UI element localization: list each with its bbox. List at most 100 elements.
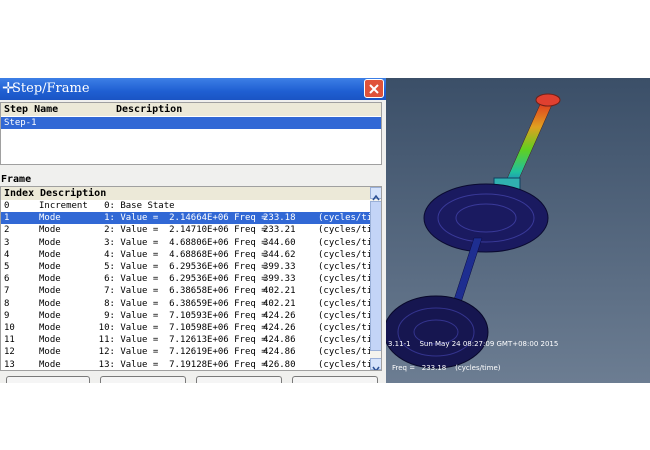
frame-unit: (cycles/tir — [318, 274, 378, 285]
frame-index: 7 — [4, 286, 10, 297]
frame-type: Mode — [39, 286, 61, 297]
frame-row[interactable]: 1 Mode 1: Value = 2.14664E+06 Freq = 233.1… — [1, 212, 378, 225]
frame-row[interactable]: 2 Mode 2: Value = 2.14710E+06 Freq = 233.2… — [1, 224, 378, 236]
viewport-status-line: 3.11-1 Sun May 24 08:27:09 GMT+08:00 201… — [388, 340, 559, 348]
frame-type: Mode — [39, 274, 61, 285]
frame-frequency: 426.80 — [263, 359, 296, 370]
frame-frequency: 233.18 — [263, 213, 296, 224]
dialog-button-3[interactable] — [196, 376, 282, 383]
frame-row[interactable]: 13 Mode 13: Value = 7.19128E+06 Freq = 426… — [1, 359, 378, 370]
frame-row[interactable]: 4 Mode 4: Value = 4.68868E+06 Freq = 344.6… — [1, 249, 378, 261]
dialog-button-4[interactable] — [292, 376, 378, 383]
description-header[interactable]: Description — [37, 187, 370, 200]
frame-index: 2 — [4, 225, 10, 236]
frame-index: 11 — [4, 335, 15, 346]
frame-row[interactable]: 9 Mode 9: Value = 7.10593E+06 Freq = 424.2… — [1, 310, 378, 322]
frame-description: 7: Value = 6.38658E+06 Freq = — [77, 286, 267, 297]
frame-index: 6 — [4, 274, 10, 285]
frame-description: 12: Value = 7.12619E+06 Freq = — [77, 347, 267, 358]
frame-unit: (cycles/tir — [318, 237, 378, 248]
frame-description: 3: Value = 4.68806E+06 Freq = — [77, 237, 267, 248]
frame-description: 5: Value = 6.29536E+06 Freq = — [77, 262, 267, 272]
index-header[interactable]: Index — [1, 187, 37, 200]
frame-description: 6: Value = 6.29536E+06 Freq = — [77, 274, 267, 285]
frame-label: Frame — [1, 174, 32, 185]
frame-index: 13 — [4, 359, 15, 370]
frame-frequency: 399.33 — [263, 262, 296, 272]
step-description-header[interactable]: Description — [113, 103, 381, 116]
frame-type: Mode — [39, 237, 61, 248]
frame-row[interactable]: 0 Increment 0: Base State — [1, 200, 371, 212]
frame-frequency: 233.21 — [263, 225, 296, 236]
frame-type: Mode — [39, 249, 61, 260]
scroll-up-button[interactable] — [370, 187, 381, 201]
frame-row[interactable]: 11 Mode 11: Value = 7.12613E+06 Freq = 424… — [1, 334, 378, 346]
frame-row[interactable]: 7 Mode 7: Value = 6.38658E+06 Freq = 402.2… — [1, 285, 378, 297]
step-name-header[interactable]: Step Name — [1, 103, 113, 116]
frame-unit: (cycles/tir — [318, 347, 378, 358]
frame-frequency: 402.21 — [263, 298, 296, 309]
title-bar[interactable]: ✛ Step/Frame — [0, 78, 386, 100]
frame-unit: (cycles/tir — [318, 286, 378, 297]
frame-row[interactable]: 12 Mode 12: Value = 7.12619E+06 Freq = 424… — [1, 346, 378, 358]
model-viewport[interactable]: 3.11-1 Sun May 24 08:27:09 GMT+08:00 201… — [386, 78, 650, 383]
frame-description: 1: Value = 2.14664E+06 Freq = — [77, 213, 267, 224]
frame-index: 3 — [4, 237, 10, 248]
frame-type: Mode — [39, 310, 61, 321]
frame-description: 8: Value = 6.38659E+06 Freq = — [77, 298, 267, 309]
frame-unit: (cycles/tir — [318, 310, 378, 321]
frame-row[interactable]: 5 Mode 5: Value = 6.29536E+06 Freq = 399.3… — [1, 261, 378, 273]
frame-table[interactable]: Index Description 0 Increment 0: Base Sta… — [0, 186, 382, 371]
frame-frequency: 344.62 — [263, 249, 296, 260]
frame-index: 9 — [4, 310, 10, 321]
frame-description: 11: Value = 7.12613E+06 Freq = — [77, 335, 267, 346]
frame-frequency: 424.86 — [263, 347, 296, 358]
step-row-selected[interactable]: Step-1 — [1, 117, 381, 129]
dialog-button-1[interactable] — [6, 376, 90, 383]
frame-type: Mode — [39, 323, 61, 333]
step-name: Step-1 — [4, 118, 37, 128]
frame-unit: (cycles/tir — [318, 213, 378, 224]
frame-unit: (cycles/tir — [318, 335, 378, 346]
step-table[interactable]: Step Name Description Step-1 — [0, 102, 382, 165]
frame-unit: (cycles/tir — [318, 359, 378, 370]
frame-type: Mode — [39, 213, 61, 224]
frame-unit: (cycles/tir — [318, 225, 378, 236]
frame-type: Mode — [39, 347, 61, 358]
frame-type: Mode — [39, 262, 61, 272]
frame-frequency: 424.26 — [263, 323, 296, 333]
frame-description: 13: Value = 7.19128E+06 Freq = — [77, 359, 267, 370]
frame-index: 12 — [4, 347, 15, 358]
frame-index: 0 — [4, 201, 10, 211]
step-frame-dialog: ✛ Step/Frame Step Name Description Step-… — [0, 78, 386, 383]
close-icon — [369, 84, 379, 94]
frame-frequency: 424.26 — [263, 310, 296, 321]
frame-description: 2: Value = 2.14710E+06 Freq = — [77, 225, 267, 236]
frame-unit: (cycles/tir — [318, 249, 378, 260]
frame-frequency: 399.33 — [263, 274, 296, 285]
frame-index: 8 — [4, 298, 10, 309]
frame-row[interactable]: 8 Mode 8: Value = 6.38659E+06 Freq = 402.2… — [1, 298, 378, 310]
frame-type: Mode — [39, 298, 61, 309]
dialog-button-2[interactable] — [100, 376, 186, 383]
frame-row[interactable]: 10 Mode 10: Value = 7.10598E+06 Freq = 424… — [1, 322, 378, 334]
frame-description: 0: Base State — [77, 201, 175, 211]
frame-row[interactable]: 6 Mode 6: Value = 6.29536E+06 Freq = 399.3… — [1, 273, 378, 285]
dialog-title: Step/Frame — [12, 81, 90, 96]
frame-description: 9: Value = 7.10593E+06 Freq = — [77, 310, 267, 321]
frame-scrollbar[interactable] — [370, 187, 381, 370]
frame-type: Mode — [39, 335, 61, 346]
scroll-down-button[interactable] — [370, 358, 381, 370]
frame-index: 5 — [4, 262, 10, 272]
frame-unit: (cycles/tir — [318, 323, 378, 333]
frame-frequency: 344.60 — [263, 237, 296, 248]
frame-index: 4 — [4, 249, 10, 260]
frame-frequency: 424.86 — [263, 335, 296, 346]
viewport-freq-line: Freq = 233.18 (cycles/time) — [392, 364, 501, 372]
frame-description: 4: Value = 4.68868E+06 Freq = — [77, 249, 267, 260]
frame-unit: (cycles/tir — [318, 298, 378, 309]
scroll-thumb[interactable] — [370, 201, 381, 351]
close-button[interactable] — [364, 79, 384, 98]
frame-row[interactable]: 3 Mode 3: Value = 4.68806E+06 Freq = 344.6… — [1, 237, 378, 249]
frame-index: 10 — [4, 323, 15, 333]
